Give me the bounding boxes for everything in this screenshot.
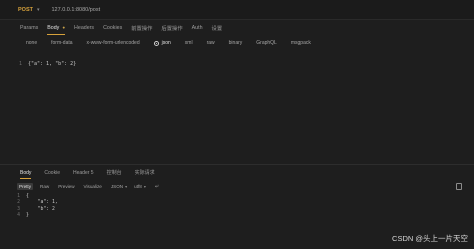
code-text: {"a": 1, "b": 2} xyxy=(28,61,77,67)
tab-headers[interactable]: Headers xyxy=(74,20,94,35)
method-label: POST xyxy=(18,6,33,13)
chevron-down-icon: ▾ xyxy=(125,184,128,189)
body-type-urlencoded[interactable]: x-www-form-urlencoded xyxy=(87,40,140,46)
tab-console[interactable]: 控制台 xyxy=(107,166,122,179)
line-number: 2 xyxy=(17,200,20,206)
tab-body[interactable]: Body ● xyxy=(47,20,65,35)
line-number: 1 xyxy=(18,61,22,67)
code-line: 1 {"a": 1, "b": 2} xyxy=(0,60,474,68)
url-input[interactable]: 127.0.0.1:8080/post xyxy=(52,7,101,13)
tab-post-request[interactable]: 后置操作 xyxy=(161,20,182,35)
tab-pre-request[interactable]: 前置操作 xyxy=(131,20,152,35)
tab-cookies[interactable]: Cookies xyxy=(103,20,122,35)
format-select[interactable]: JSON ▾ xyxy=(111,184,127,189)
header-count-badge: 5 xyxy=(90,169,94,176)
body-type-form-data[interactable]: form-data xyxy=(51,40,72,46)
body-type-raw[interactable]: raw xyxy=(207,40,215,46)
response-body-viewer[interactable]: 1 { 2 "a": 1, 3 "b": 2 4 } xyxy=(0,193,474,223)
method-select[interactable]: POST ▾ xyxy=(18,7,40,13)
visualize-button[interactable]: Visualize xyxy=(82,183,104,190)
response-tabs: Body Cookie Header 5 控制台 实际请求 xyxy=(0,166,474,179)
chevron-down-icon: ▾ xyxy=(143,184,146,189)
body-type-msgpack[interactable]: msgpack xyxy=(291,40,311,46)
code-text: "a": 1, xyxy=(26,200,58,206)
code-text: { xyxy=(26,193,29,199)
copy-icon[interactable] xyxy=(456,183,462,190)
url-bar: POST ▾ 127.0.0.1:8080/post xyxy=(0,0,474,20)
tab-settings[interactable]: 设置 xyxy=(212,20,223,35)
tab-response-header[interactable]: Header 5 xyxy=(73,166,94,179)
body-type-options: none form-data x-www-form-urlencoded jso… xyxy=(0,36,474,50)
modified-dot-icon: ● xyxy=(62,25,66,30)
line-number: 3 xyxy=(17,206,20,212)
encoding-select[interactable]: utf8 ▾ xyxy=(134,184,146,189)
body-type-graphql[interactable]: GraphQL xyxy=(256,40,277,46)
request-body-editor[interactable]: 1 {"a": 1, "b": 2} xyxy=(0,60,474,160)
pretty-button[interactable]: Pretty xyxy=(17,183,33,190)
body-type-none[interactable]: none xyxy=(26,40,37,46)
watermark: CSDN @头上一片天空 xyxy=(392,234,468,243)
chevron-down-icon: ▾ xyxy=(36,6,40,13)
tab-response-body[interactable]: Body xyxy=(20,166,32,179)
tab-response-cookie[interactable]: Cookie xyxy=(44,166,60,179)
preview-button[interactable]: Preview xyxy=(56,183,76,190)
body-type-binary[interactable]: binary xyxy=(229,40,243,46)
api-client-window: POST ▾ 127.0.0.1:8080/post Params Body ● … xyxy=(0,0,474,249)
wrap-lines-icon[interactable]: ↵ xyxy=(155,184,159,190)
raw-button[interactable]: Raw xyxy=(38,183,51,190)
tab-auth[interactable]: Auth xyxy=(192,20,203,35)
body-type-xml[interactable]: xml xyxy=(185,40,193,46)
radio-selected-icon xyxy=(153,40,159,46)
request-tabs: Params Body ● Headers Cookies 前置操作 后置操作 A… xyxy=(0,20,474,35)
response-format-bar: Pretty Raw Preview Visualize JSON ▾ utf8… xyxy=(0,181,474,192)
code-text: } xyxy=(26,213,29,219)
tab-params[interactable]: Params xyxy=(20,20,38,35)
code-line: 4 } xyxy=(0,213,474,220)
tab-actual-request[interactable]: 实际请求 xyxy=(135,166,155,179)
code-text: "b": 2 xyxy=(26,206,55,212)
panel-divider[interactable] xyxy=(0,164,474,165)
body-type-json[interactable]: json xyxy=(153,40,171,46)
line-number: 1 xyxy=(17,193,20,199)
line-number: 4 xyxy=(17,213,20,219)
